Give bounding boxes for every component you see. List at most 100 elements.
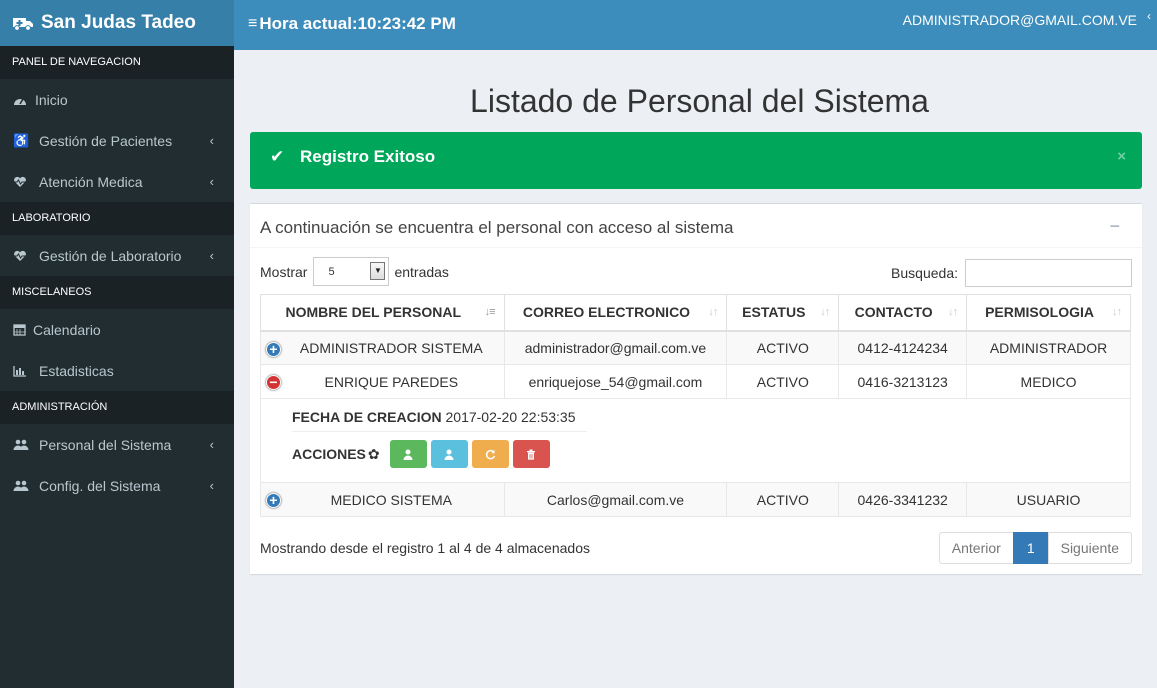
search-input[interactable] <box>965 259 1132 287</box>
personnel-box: A continuación se encuentra el personal … <box>250 203 1142 574</box>
expand-row-icon[interactable]: + <box>266 493 281 508</box>
sidebar-section-header: MISCELANEOS <box>0 276 234 309</box>
table-row[interactable]: + MEDICO SISTEMA Carlos@gmail.com.ve ACT… <box>260 482 1131 517</box>
chevron-left-icon: ‹ <box>209 478 214 493</box>
table-info: Mostrando desde el registro 1 al 4 de 4 … <box>260 540 590 556</box>
previous-page-button[interactable]: Anterior <box>938 532 1014 564</box>
sidebar-item-label: Config. del Sistema <box>39 477 161 494</box>
cell-text: MEDICO SISTEMA <box>330 491 452 508</box>
calendar-icon <box>13 323 33 336</box>
user-icon <box>444 449 454 460</box>
delete-user-button[interactable] <box>512 440 550 468</box>
heartbeat-icon <box>13 176 39 188</box>
cell-contact: 0412-4124234 <box>838 330 968 365</box>
trash-icon <box>527 449 536 460</box>
column-header-correo[interactable]: CORREO ELECTRONICO ↓↑ <box>503 294 728 332</box>
hamburger-icon: ≡ <box>248 15 258 32</box>
sidebar-item-calendario[interactable]: Calendario <box>0 309 234 350</box>
sort-icon: ↓↑ <box>1112 306 1122 318</box>
expand-row-icon[interactable]: + <box>266 341 281 357</box>
cell-name: + ADMINISTRADOR SISTEMA <box>260 330 505 365</box>
cell-contact: 0426-3341232 <box>838 482 968 517</box>
page-1-button[interactable]: 1 <box>1012 532 1049 564</box>
cell-status: ACTIVO <box>726 364 840 399</box>
page-length-control: Mostrar 5 ▼ entradas <box>260 257 449 286</box>
creation-date: FECHA DE CREACION 2017-02-20 22:53:35 <box>292 409 1130 425</box>
sidebar-item-label: Gestión de Pacientes <box>39 132 173 149</box>
column-header-contacto[interactable]: CONTACTO ↓↑ <box>838 294 968 332</box>
cell-email: Carlos@gmail.com.ve <box>503 482 728 517</box>
app-name: San Judas Tadeo <box>41 12 196 33</box>
reset-user-button[interactable] <box>471 440 509 468</box>
divider <box>292 431 587 432</box>
column-label: ESTATUS <box>742 304 806 321</box>
app-logo[interactable]: San Judas Tadeo <box>0 0 234 46</box>
sidebar-item-label: Gestión de Laboratorio <box>39 247 182 264</box>
refresh-icon <box>485 449 495 459</box>
sidebar-item-label: Calendario <box>33 321 101 338</box>
sort-icon: ↓↑ <box>708 306 718 318</box>
column-header-permisologia[interactable]: PERMISOLOGIA ↓↑ <box>966 294 1131 332</box>
creation-date-value: 2017-02-20 22:53:35 <box>445 409 576 425</box>
check-icon: ✔ <box>270 147 285 166</box>
cell-role: MEDICO <box>966 364 1131 399</box>
chevron-left-icon: ‹ <box>209 437 214 452</box>
user-menu[interactable]: ADMINISTRADOR@GMAIL.COM.VE <box>903 12 1137 28</box>
row-actions: ACCIONES ✿ <box>292 440 1130 468</box>
sidebar-section-header: LABORATORIO <box>0 202 234 235</box>
length-suffix: entradas <box>394 263 449 280</box>
table-row[interactable]: − ENRIQUE PAREDES enriquejose_54@gmail.c… <box>260 364 1131 399</box>
collapse-row-icon[interactable]: − <box>266 375 281 390</box>
sidebar-item-atencion-medica[interactable]: Atención Medica ‹ <box>0 161 234 202</box>
cell-status: ACTIVO <box>726 482 840 517</box>
column-label: CORREO ELECTRONICO <box>522 304 691 321</box>
sidebar-item-estadisticas[interactable]: Estadisticas <box>0 350 234 391</box>
heartbeat-icon <box>13 250 39 262</box>
actions-label: ACCIONES <box>292 446 366 462</box>
page-length-select[interactable]: 5 ▼ <box>313 257 390 286</box>
chevron-left-icon: ‹ <box>209 133 214 148</box>
next-page-button[interactable]: Siguiente <box>1047 532 1132 564</box>
personnel-table: NOMBRE DEL PERSONAL ↓≡ CORREO ELECTRONIC… <box>260 294 1131 517</box>
creation-date-label: FECHA DE CREACION <box>292 409 442 425</box>
cell-role: ADMINISTRADOR <box>966 330 1131 365</box>
wheelchair-icon: ♿ <box>13 132 30 148</box>
pagination: Anterior 1 Siguiente <box>938 532 1132 564</box>
chevron-left-icon[interactable]: ‹ <box>1147 9 1151 23</box>
column-label: NOMBRE DEL PERSONAL <box>285 304 462 321</box>
search-control: Busqueda: <box>891 259 1132 287</box>
close-icon[interactable]: × <box>1117 148 1126 165</box>
page-title: Listado de Personal del Sistema <box>470 83 929 119</box>
gear-icon: ✿ <box>367 445 380 462</box>
table-row[interactable]: + ADMINISTRADOR SISTEMA administrador@gm… <box>260 330 1131 365</box>
cell-name: − ENRIQUE PAREDES <box>260 364 505 399</box>
edit-user-button[interactable] <box>430 440 468 468</box>
view-user-button[interactable] <box>389 440 427 468</box>
collapse-icon[interactable]: − <box>1109 216 1120 237</box>
sort-icon: ↓↑ <box>948 306 958 318</box>
sidebar-item-gestion-laboratorio[interactable]: Gestión de Laboratorio ‹ <box>0 235 234 276</box>
table-header-row: NOMBRE DEL PERSONAL ↓≡ CORREO ELECTRONIC… <box>260 294 1131 332</box>
sidebar-item-inicio[interactable]: Inicio <box>0 79 234 120</box>
user-icon <box>403 449 413 460</box>
column-label: PERMISOLOGIA <box>985 304 1094 321</box>
row-details: FECHA DE CREACION 2017-02-20 22:53:35 AC… <box>260 398 1131 483</box>
page-length-value: 5 <box>328 266 335 278</box>
divider <box>250 247 1142 248</box>
cell-status: ACTIVO <box>726 330 840 365</box>
current-time: Hora actual:10:23:42 PM <box>259 14 456 33</box>
column-header-nombre[interactable]: NOMBRE DEL PERSONAL ↓≡ <box>260 294 505 332</box>
sidebar-item-config-sistema[interactable]: Config. del Sistema ‹ <box>0 465 234 506</box>
cell-text: ENRIQUE PAREDES <box>324 373 459 390</box>
sidebar-item-label: Personal del Sistema <box>39 436 172 453</box>
sidebar: PANEL DE NAVEGACION Inicio ♿ Gestión de … <box>0 46 234 688</box>
sidebar-item-label: Inicio <box>35 91 68 108</box>
users-icon <box>13 439 39 451</box>
sidebar-item-personal-sistema[interactable]: Personal del Sistema ‹ <box>0 424 234 465</box>
column-header-estatus[interactable]: ESTATUS ↓↑ <box>726 294 840 332</box>
sidebar-item-gestion-pacientes[interactable]: ♿ Gestión de Pacientes ‹ <box>0 120 234 161</box>
bar-chart-icon <box>13 365 39 377</box>
sidebar-toggle[interactable]: ≡ Hora actual:10:23:42 PM <box>248 14 456 34</box>
sort-asc-icon: ↓≡ <box>484 306 496 318</box>
cell-email: administrador@gmail.com.ve <box>503 330 728 365</box>
